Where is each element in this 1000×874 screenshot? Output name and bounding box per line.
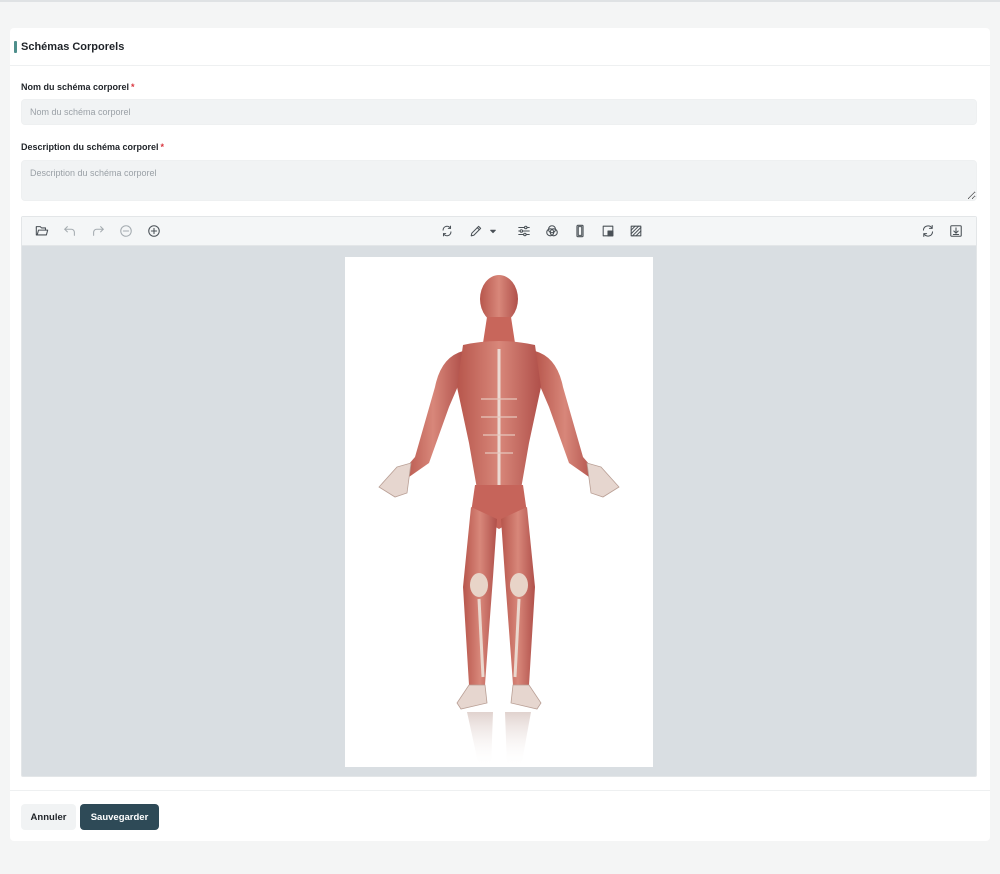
card-header: Schémas Corporels bbox=[10, 28, 990, 66]
zoom-in-icon[interactable] bbox=[146, 223, 162, 239]
body-schema-card: Schémas Corporels Nom du schéma corporel… bbox=[10, 28, 990, 841]
save-button[interactable]: Sauvegarder bbox=[80, 804, 159, 830]
color-filter-icon[interactable] bbox=[544, 223, 560, 239]
folder-open-icon[interactable] bbox=[34, 223, 50, 239]
description-label-text: Description du schéma corporel bbox=[21, 142, 159, 152]
top-rule bbox=[0, 0, 1000, 2]
required-mark: * bbox=[160, 142, 165, 152]
portrait-frame-icon[interactable] bbox=[572, 223, 588, 239]
crop-icon[interactable] bbox=[600, 223, 616, 239]
rotate-icon[interactable] bbox=[439, 223, 455, 239]
refresh-icon[interactable] bbox=[920, 223, 936, 239]
pencil-icon[interactable] bbox=[468, 223, 484, 239]
adjust-sliders-icon[interactable] bbox=[516, 223, 532, 239]
redo-icon[interactable] bbox=[90, 223, 106, 239]
title-accent-bar bbox=[14, 41, 17, 53]
muscle-figure-illustration bbox=[378, 275, 620, 767]
name-field-label: Nom du schéma corporel * bbox=[21, 82, 135, 92]
anatomy-image bbox=[345, 257, 653, 767]
description-textarea[interactable] bbox=[21, 160, 977, 201]
chevron-down-icon[interactable] bbox=[488, 223, 498, 239]
description-field-label: Description du schéma corporel * bbox=[21, 142, 164, 152]
required-mark: * bbox=[131, 82, 135, 92]
page-title: Schémas Corporels bbox=[21, 41, 125, 53]
name-input[interactable] bbox=[21, 99, 977, 125]
image-editor bbox=[21, 216, 977, 777]
download-icon[interactable] bbox=[948, 223, 964, 239]
zoom-out-icon[interactable] bbox=[118, 223, 134, 239]
editor-toolbar bbox=[22, 217, 976, 246]
editor-canvas[interactable] bbox=[22, 246, 976, 776]
undo-icon[interactable] bbox=[62, 223, 78, 239]
name-label-text: Nom du schéma corporel bbox=[21, 82, 130, 92]
cancel-button[interactable]: Annuler bbox=[21, 804, 76, 830]
footer-divider bbox=[10, 790, 990, 791]
hatch-pattern-icon[interactable] bbox=[628, 223, 644, 239]
